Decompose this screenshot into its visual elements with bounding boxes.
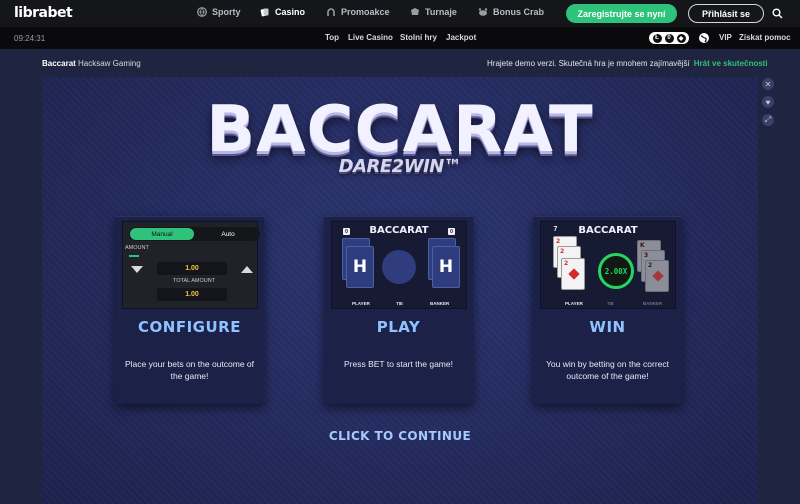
game-logo-subtitle: DARE2WIN™ xyxy=(338,156,462,177)
card-rank: 3 xyxy=(644,252,649,259)
top-navigation: librabet Sporty Casino Promoakce Turnaje… xyxy=(0,0,800,27)
playing-card: 2 xyxy=(561,258,585,290)
nav-item-promoakce[interactable]: Promoakce xyxy=(326,7,390,17)
currency-network-icon: ◆ xyxy=(676,33,686,43)
mode-toggle: Manual Auto xyxy=(129,227,260,241)
intro-card-win: BACCARAT 7 2 2 2 2.00X K 3 2 PLAYER TIE … xyxy=(533,216,682,404)
card-title: CONFIGURE xyxy=(138,318,241,336)
card-rank: 2 xyxy=(564,260,569,267)
demo-notice: Hrajete demo verzi. Skutečná hra je mnoh… xyxy=(487,59,768,68)
nav-item-casino[interactable]: Casino xyxy=(260,7,305,17)
tie-circle xyxy=(382,250,416,284)
increase-arrow-icon xyxy=(241,266,253,273)
librabet-logo[interactable]: librabet xyxy=(14,5,73,21)
crab-icon xyxy=(478,8,488,16)
play-real-link[interactable]: Hrát ve skutečnosti xyxy=(694,59,768,68)
nav-item-sporty[interactable]: Sporty xyxy=(197,7,241,17)
playing-card: 2 xyxy=(645,260,669,292)
currency-coin-icon: 0 xyxy=(664,33,674,43)
total-amount-label: TOTAL AMOUNT xyxy=(173,278,216,284)
player-total: 7 xyxy=(553,226,558,233)
demo-notice-text: Hrajete demo verzi. Skutečná hra je mnoh… xyxy=(487,59,690,68)
nav-item-label: Casino xyxy=(275,7,306,17)
subnav-item-top[interactable]: Top xyxy=(325,33,339,42)
amount-label: AMOUNT xyxy=(125,245,149,251)
tie-label: TIE xyxy=(396,301,404,306)
nav-item-label: Promoakce xyxy=(341,7,390,17)
close-game-button[interactable]: ✕ xyxy=(762,78,774,90)
player-card-front: H xyxy=(346,246,374,288)
tie-label: TIE xyxy=(607,301,615,306)
help-link[interactable]: Získat pomoc xyxy=(739,33,791,42)
heart-icon: ♥ xyxy=(765,97,771,107)
horseshoe-icon xyxy=(327,8,335,16)
manual-tab: Manual xyxy=(130,228,194,240)
player-count: 0 xyxy=(343,228,350,235)
currency-litecoin-icon: Ł xyxy=(652,33,662,43)
nav-item-label: Bonus Crab xyxy=(493,7,545,17)
register-button[interactable]: Zaregistrujte se nyní xyxy=(566,4,677,23)
login-button[interactable]: Přihlásit se xyxy=(688,4,764,23)
decrease-arrow-icon xyxy=(131,266,143,273)
banker-count: 0 xyxy=(448,228,455,235)
amount-field: 1.00 xyxy=(157,262,227,275)
intro-card-configure: Manual Auto AMOUNT 1.00 TOTAL AMOUNT 1.0… xyxy=(115,216,264,404)
nav-item-turnaje[interactable]: Turnaje xyxy=(410,7,457,17)
close-icon: ✕ xyxy=(764,79,772,89)
favorite-button[interactable]: ♥ xyxy=(762,96,774,108)
banker-label: BANKER xyxy=(643,301,663,306)
card-description: Press BET to start the game! xyxy=(344,359,453,369)
fullscreen-button[interactable]: ⤢ xyxy=(762,114,774,126)
trophy-icon xyxy=(411,8,419,15)
card-rank: 2 xyxy=(556,238,561,245)
card-description: Place your bets on the outcome of the ga… xyxy=(125,359,254,381)
configure-preview: Manual Auto AMOUNT 1.00 TOTAL AMOUNT 1.0… xyxy=(122,221,260,309)
fullscreen-icon: ⤢ xyxy=(764,115,772,124)
subnav-item-stolni-hry[interactable]: Stolní hry xyxy=(400,33,437,42)
game-frame[interactable]: BACCARAT DARE2WIN™ Manual Auto AMOUNT 1.… xyxy=(42,77,758,504)
player-label: PLAYER xyxy=(352,301,370,306)
card-rank: 2 xyxy=(648,262,653,269)
card-description: You win by betting on the correct outcom… xyxy=(545,359,669,381)
diamond-icon xyxy=(652,270,664,282)
play-preview: BACCARAT 0 0 H H PLAYER TIE BANKER xyxy=(331,221,467,309)
win-preview: BACCARAT 7 2 2 2 2.00X K 3 2 PLAYER TIE … xyxy=(540,221,676,309)
preview-title: BACCARAT xyxy=(578,225,638,236)
multiplier-badge: 2.00X xyxy=(598,253,634,289)
click-to-continue-button[interactable]: CLICK TO CONTINUE xyxy=(42,429,758,443)
diamond-icon xyxy=(568,268,580,280)
game-provider[interactable]: Hacksaw Gaming xyxy=(78,59,141,68)
sub-navigation: 09:24:31 Top Live Casino Stolní hry Jack… xyxy=(0,27,800,49)
card-rank: 2 xyxy=(560,248,565,255)
intro-card-play: BACCARAT 0 0 H H PLAYER TIE BANKER PLAY … xyxy=(324,216,473,404)
game-header: Baccarat Hacksaw Gaming Hrajete demo ver… xyxy=(0,49,800,77)
banker-label: BANKER xyxy=(430,301,450,306)
nav-item-label: Sporty xyxy=(212,7,241,17)
cards-icon xyxy=(260,8,269,17)
nav-item-bonus-crab[interactable]: Bonus Crab xyxy=(478,7,544,17)
preview-title: BACCARAT xyxy=(369,225,429,236)
game-name: Baccarat xyxy=(42,59,76,68)
subnav-item-jackpot[interactable]: Jackpot xyxy=(446,33,476,42)
auto-tab: Auto xyxy=(221,230,235,238)
card-rank: K xyxy=(640,242,645,249)
currency-pill[interactable]: Ł 0 ◆ xyxy=(649,32,689,44)
language-globe-icon[interactable] xyxy=(698,32,710,44)
banker-card-front: H xyxy=(432,246,460,288)
card-title: PLAY xyxy=(376,318,421,336)
clock: 09:24:31 xyxy=(14,34,46,43)
search-icon[interactable] xyxy=(772,8,783,19)
player-label: PLAYER xyxy=(565,301,583,306)
total-amount-field: 1.00 xyxy=(157,288,227,301)
nav-item-label: Turnaje xyxy=(425,7,457,17)
card-title: WIN xyxy=(589,318,626,336)
globe-ball-icon xyxy=(197,7,207,17)
vip-link[interactable]: VIP xyxy=(719,33,732,42)
amount-slider xyxy=(129,255,139,257)
subnav-item-live-casino[interactable]: Live Casino xyxy=(348,33,393,42)
